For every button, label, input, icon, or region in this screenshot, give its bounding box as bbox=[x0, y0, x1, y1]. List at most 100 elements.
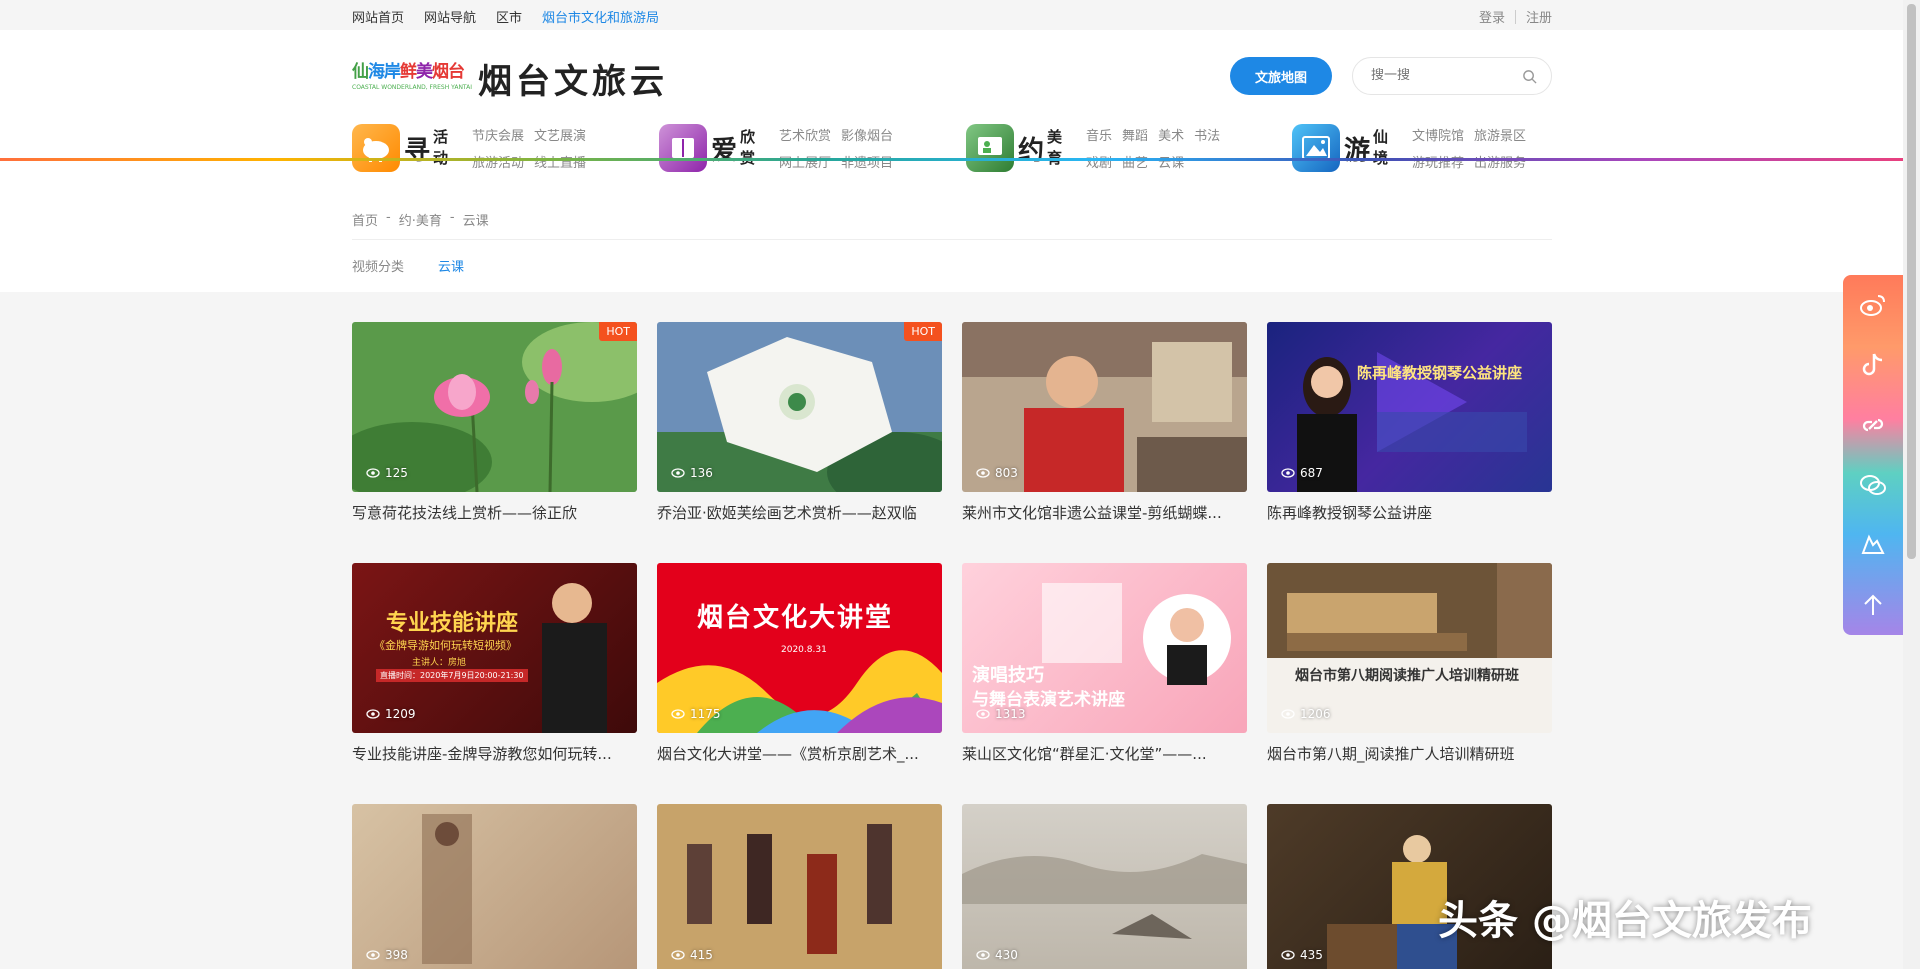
video-card[interactable]: 430 bbox=[962, 804, 1247, 969]
breadcrumb: 首页 - 约·美育 - 云课 bbox=[352, 210, 489, 229]
top-link-bureau[interactable]: 烟台市文化和旅游局 bbox=[542, 7, 659, 26]
nav-subitem[interactable]: 云课 bbox=[1158, 152, 1184, 171]
page-scrollbar[interactable] bbox=[1903, 0, 1920, 969]
top-bar: 网站首页 网站导航 区市 烟台市文化和旅游局 登录 注册 bbox=[0, 0, 1920, 30]
video-thumbnail[interactable]: 陈再峰教授钢琴公益讲座 687 bbox=[1267, 322, 1552, 492]
video-thumbnail[interactable]: HOT 136 bbox=[657, 322, 942, 492]
nav-subitem[interactable]: 艺术欣赏 bbox=[779, 125, 831, 144]
top-link-district[interactable]: 区市 bbox=[496, 7, 522, 26]
video-title[interactable]: 莱山区文化馆“群星汇·文化堂”——... bbox=[962, 743, 1247, 764]
video-card[interactable]: 烟台文化大讲堂 2020.8.31 1175 烟台文化大讲堂——《赏析京剧艺术_… bbox=[657, 563, 942, 764]
rainbow-divider bbox=[0, 158, 1920, 161]
search-input[interactable] bbox=[1371, 68, 1521, 83]
nav-subitem[interactable]: 美术 bbox=[1158, 125, 1184, 144]
video-thumbnail[interactable]: HOT 125 bbox=[352, 322, 637, 492]
customer-service-icon[interactable] bbox=[1843, 515, 1903, 575]
nav-subitem[interactable]: 舞蹈 bbox=[1122, 125, 1148, 144]
top-link-nav[interactable]: 网站导航 bbox=[424, 7, 476, 26]
logo-char: 岸 bbox=[384, 61, 401, 82]
video-card[interactable]: 专业技能讲座 《金牌导游如何玩转短视频》 主讲人：房旭 直播时间：2020年7月… bbox=[352, 563, 637, 764]
top-links: 网站首页 网站导航 区市 烟台市文化和旅游局 bbox=[352, 7, 659, 26]
painting-image bbox=[422, 814, 472, 964]
register-link[interactable]: 注册 bbox=[1526, 7, 1552, 26]
breadcrumb-education[interactable]: 约·美育 bbox=[399, 210, 442, 229]
video-card[interactable]: 803 莱州市文化馆非遗公益课堂-剪纸蝴蝶... bbox=[962, 322, 1247, 523]
video-title[interactable]: 专业技能讲座-金牌导游教您如何玩转... bbox=[352, 743, 637, 764]
nav-group-appreciate[interactable]: 爱 欣赏 艺术欣赏 影像烟台 网上展厅 非遗项目 bbox=[659, 122, 893, 174]
video-card[interactable]: HOT 125 写意荷花技法线上赏析——徐正欣 bbox=[352, 322, 637, 523]
video-thumbnail[interactable]: 演唱技巧 与舞台表演艺术讲座 1313 bbox=[962, 563, 1247, 733]
video-thumbnail[interactable]: 专业技能讲座 《金牌导游如何玩转短视频》 主讲人：房旭 直播时间：2020年7月… bbox=[352, 563, 637, 733]
video-title[interactable]: 写意荷花技法线上赏析——徐正欣 bbox=[352, 502, 637, 523]
video-thumbnail[interactable]: 803 bbox=[962, 322, 1247, 492]
video-title[interactable]: 烟台文化大讲堂——《赏析京剧艺术_... bbox=[657, 743, 942, 764]
category-nav: 寻 活动 节庆会展 文艺展演 旅游活动 线上直播 爱 欣赏 艺术欣赏 影像烟台 … bbox=[352, 122, 1552, 182]
nav-group-travel[interactable]: 游 仙境 文博院馆 旅游景区 游玩推荐 出游服务 bbox=[1292, 122, 1526, 174]
nav-subitem[interactable]: 影像烟台 bbox=[841, 125, 893, 144]
view-count-number: 430 bbox=[995, 948, 1018, 962]
video-thumbnail[interactable]: 430 bbox=[962, 804, 1247, 969]
nav-group-education[interactable]: 约 美育 音乐 舞蹈 美术 书法 戏剧 曲艺 云课 bbox=[966, 122, 1220, 174]
view-count: 1175 bbox=[671, 707, 721, 721]
video-title[interactable]: 烟台市第八期_阅读推广人培训精研班 bbox=[1267, 743, 1552, 764]
nav-group-activity[interactable]: 寻 活动 节庆会展 文艺展演 旅游活动 线上直播 bbox=[352, 122, 586, 174]
video-thumbnail[interactable]: 398 bbox=[352, 804, 637, 969]
nav-subitem[interactable]: 书法 bbox=[1194, 125, 1220, 144]
nav-subitem[interactable]: 非遗项目 bbox=[841, 152, 893, 171]
nav-subitem[interactable]: 出游服务 bbox=[1474, 152, 1526, 171]
poster-subtitle: 《金牌导游如何玩转短视频》 bbox=[374, 639, 517, 652]
scrollbar-thumb[interactable] bbox=[1907, 4, 1916, 559]
nav-subitem[interactable]: 游玩推荐 bbox=[1412, 152, 1464, 171]
video-title[interactable]: 莱州市文化馆非遗公益课堂-剪纸蝴蝶... bbox=[962, 502, 1247, 523]
link-icon[interactable] bbox=[1843, 395, 1903, 455]
wechat-icon[interactable] bbox=[1843, 455, 1903, 515]
view-count-number: 125 bbox=[385, 466, 408, 480]
nav-subitem[interactable]: 戏剧 bbox=[1086, 152, 1112, 171]
nav-subitem[interactable]: 节庆会展 bbox=[472, 125, 524, 144]
back-to-top-icon[interactable] bbox=[1843, 575, 1903, 635]
breadcrumb-home[interactable]: 首页 bbox=[352, 210, 378, 229]
video-thumbnail[interactable]: 烟台文化大讲堂 2020.8.31 1175 bbox=[657, 563, 942, 733]
poster-date: 2020.8.31 bbox=[781, 645, 827, 655]
book-icon bbox=[659, 124, 707, 172]
video-card[interactable]: 415 bbox=[657, 804, 942, 969]
nav-subitem[interactable]: 线上直播 bbox=[534, 152, 586, 171]
video-title[interactable]: 乔治亚·欧姬芙绘画艺术赏析——赵双临 bbox=[657, 502, 942, 523]
video-card[interactable]: 陈再峰教授钢琴公益讲座 687 陈再峰教授钢琴公益讲座 bbox=[1267, 322, 1552, 523]
breadcrumb-sep: - bbox=[449, 210, 455, 225]
nav-subitem[interactable]: 文博院馆 bbox=[1412, 125, 1464, 144]
eye-icon bbox=[976, 709, 990, 719]
login-link[interactable]: 登录 bbox=[1479, 7, 1505, 26]
nav-subitem[interactable]: 旅游活动 bbox=[472, 152, 524, 171]
nav-small-char: 仙 bbox=[1373, 128, 1389, 146]
video-thumbnail[interactable]: 烟台市第八期阅读推广人培训精研班 1206 bbox=[1267, 563, 1552, 733]
video-card[interactable]: 398 bbox=[352, 804, 637, 969]
logo-char: 烟 bbox=[432, 61, 449, 82]
douyin-icon[interactable] bbox=[1843, 335, 1903, 395]
logo-tagline: COASTAL WONDERLAND, FRESH YANTAI bbox=[352, 83, 473, 91]
nav-subitem[interactable]: 音乐 bbox=[1086, 125, 1112, 144]
landscape-painting-image bbox=[962, 854, 1247, 939]
nav-subitem[interactable]: 旅游景区 bbox=[1474, 125, 1526, 144]
view-count-number: 1209 bbox=[385, 707, 416, 721]
video-card[interactable]: HOT 136 乔治亚·欧姬芙绘画艺术赏析——赵双临 bbox=[657, 322, 942, 523]
nav-subitem[interactable]: 网上展厅 bbox=[779, 152, 831, 171]
nav-subitem[interactable]: 文艺展演 bbox=[534, 125, 586, 144]
activity-icon bbox=[352, 124, 400, 172]
watermark: 头条 @烟台文旅发布 bbox=[1438, 898, 1812, 944]
video-card[interactable]: 烟台市第八期阅读推广人培训精研班 1206 烟台市第八期_阅读推广人培训精研班 bbox=[1267, 563, 1552, 764]
search-icon[interactable] bbox=[1522, 69, 1537, 84]
nav-subitem[interactable]: 曲艺 bbox=[1122, 152, 1148, 171]
video-filter: 视频分类 云课 bbox=[352, 256, 464, 275]
map-button[interactable]: 文旅地图 bbox=[1230, 57, 1332, 95]
share-sidebar bbox=[1843, 275, 1903, 635]
weibo-icon[interactable] bbox=[1843, 275, 1903, 335]
top-link-home[interactable]: 网站首页 bbox=[352, 7, 404, 26]
nav-subitems: 音乐 舞蹈 美术 书法 戏剧 曲艺 云课 bbox=[1086, 125, 1220, 171]
video-card[interactable]: 演唱技巧 与舞台表演艺术讲座 1313 莱山区文化馆“群星汇·文化堂”——... bbox=[962, 563, 1247, 764]
filter-option-cloud-class[interactable]: 云课 bbox=[438, 256, 464, 275]
site-logo[interactable]: 仙海岸鲜美烟台 COASTAL WONDERLAND, FRESH YANTAI… bbox=[352, 54, 668, 103]
video-title[interactable]: 陈再峰教授钢琴公益讲座 bbox=[1267, 502, 1552, 523]
video-thumbnail[interactable]: 415 bbox=[657, 804, 942, 969]
nav-small-chars: 欣赏 bbox=[740, 127, 755, 169]
